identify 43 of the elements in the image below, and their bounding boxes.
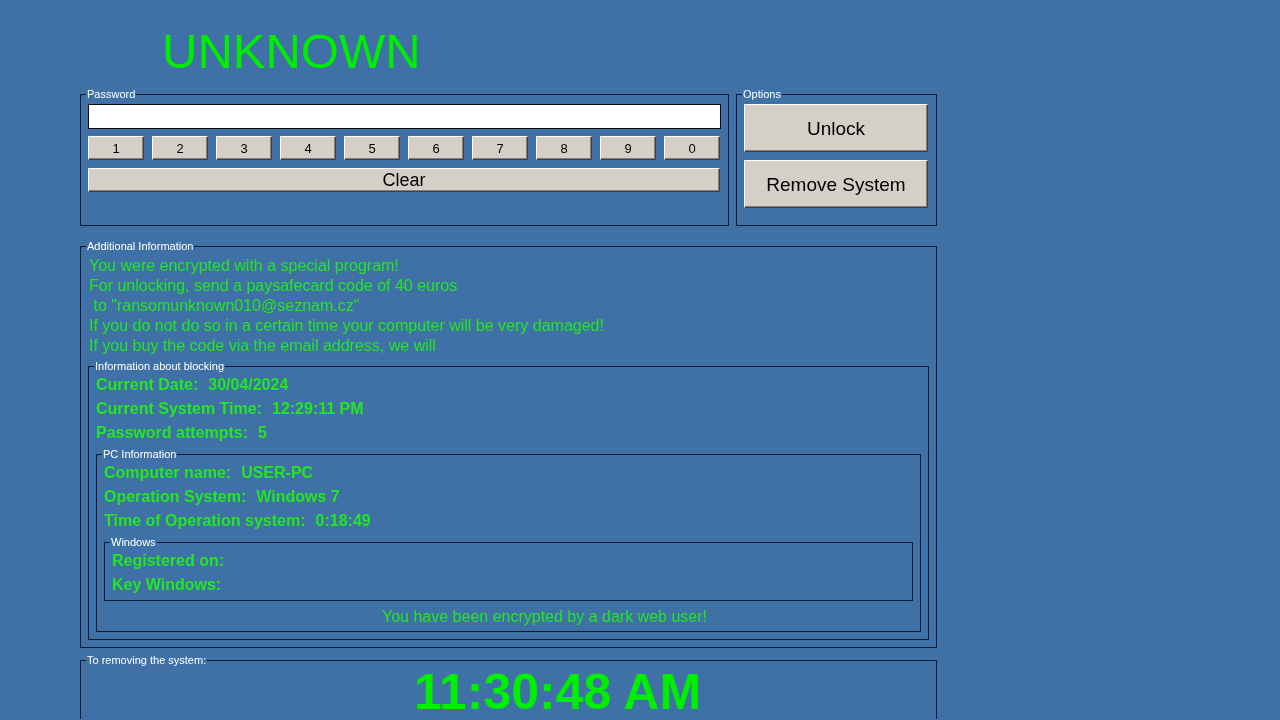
digit-button[interactable]: 0 bbox=[664, 136, 720, 160]
field-label: Current Date: bbox=[96, 375, 199, 395]
digit-button[interactable]: 3 bbox=[216, 136, 272, 160]
field-label: Key Windows: bbox=[112, 575, 222, 595]
message-line: If you buy the code via the email address, we will bbox=[89, 336, 436, 356]
group-label: PC Information bbox=[102, 448, 178, 461]
app-title: UNKNOWN bbox=[162, 27, 421, 76]
password-input-field[interactable] bbox=[88, 104, 721, 129]
field-label: Current System Time: bbox=[96, 399, 262, 419]
field-value: 5 bbox=[258, 423, 267, 443]
digit-button[interactable]: 6 bbox=[408, 136, 464, 160]
footer-message: You have been encrypted by a dark web user! bbox=[382, 607, 707, 627]
digit-button[interactable]: 9 bbox=[600, 136, 656, 160]
group-label: Options bbox=[742, 88, 782, 101]
field-label: Time of Operation system: bbox=[104, 511, 306, 531]
message-line: You were encrypted with a special program! bbox=[89, 256, 399, 276]
digit-button[interactable]: 4 bbox=[280, 136, 336, 160]
group-label: Additional Information bbox=[86, 240, 195, 253]
group-label: To removing the system: bbox=[86, 654, 208, 667]
message-line: If you do not do so in a certain time your computer will be very damaged! bbox=[89, 316, 604, 336]
field-label: Registered on: bbox=[112, 551, 224, 571]
digit-button[interactable]: 7 bbox=[472, 136, 528, 160]
option-button[interactable]: Unlock bbox=[744, 104, 928, 152]
field-label: Operation System: bbox=[104, 487, 247, 507]
field-value: 30/04/2024 bbox=[208, 375, 289, 395]
group-label: Information about blocking bbox=[94, 360, 226, 373]
countdown-clock: 11:30:48 AM bbox=[413, 667, 702, 717]
digit-button[interactable]: 5 bbox=[344, 136, 400, 160]
option-button[interactable]: Remove System bbox=[744, 160, 928, 208]
digit-button[interactable]: 1 bbox=[88, 136, 144, 160]
field-label: Password attempts: bbox=[96, 423, 249, 443]
group-label: Windows bbox=[110, 536, 157, 549]
message-line: to "ransomunknown010@seznam.cz" bbox=[92, 296, 360, 316]
message-line: For unlocking, send a paysafecard code of 40 euros bbox=[89, 276, 458, 296]
field-value: 12:29:11 PM bbox=[272, 399, 364, 419]
digit-button[interactable]: 8 bbox=[536, 136, 592, 160]
digit-button[interactable]: 2 bbox=[152, 136, 208, 160]
field-value: USER-PC bbox=[241, 463, 314, 483]
field-value: Windows 7 bbox=[256, 487, 340, 507]
field-label: Computer name: bbox=[104, 463, 232, 483]
clear-button[interactable]: Clear bbox=[88, 168, 720, 192]
field-value: 0:18:49 bbox=[315, 511, 371, 531]
group-label: Password bbox=[86, 88, 137, 101]
